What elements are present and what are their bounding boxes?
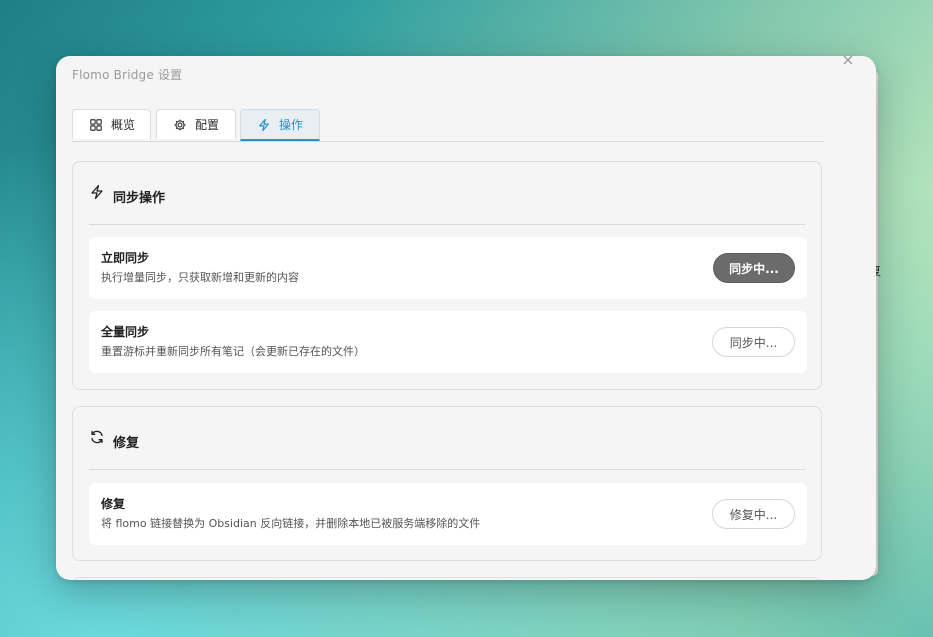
repair-row: 修复 将 flomo 链接替换为 Obsidian 反向链接，并删除本地已被服务… bbox=[89, 483, 807, 545]
sync-now-title: 立即同步 bbox=[101, 251, 150, 265]
lightning-icon bbox=[91, 184, 103, 200]
sync-now-desc: 执行增量同步，只获取新增和更新的内容 bbox=[101, 271, 299, 284]
full-sync-row: 全量同步 重置游标并重新同步所有笔记（会更新已存在的文件） 同步中... bbox=[89, 311, 807, 373]
sync-now-button[interactable]: 同步中... bbox=[713, 253, 795, 283]
repair-section: 修复 修复 将 flomo 链接替换为 Obsidian 反向链接，并删除本地已… bbox=[72, 406, 822, 561]
dashboard-icon bbox=[90, 118, 102, 131]
tab-actions[interactable]: 操作 bbox=[240, 109, 320, 141]
sync-now-row: 立即同步 执行增量同步，只获取新增和更新的内容 同步中... bbox=[89, 237, 807, 299]
tab-actions-label: 操作 bbox=[279, 118, 304, 132]
repair-section-title: 修复 bbox=[113, 436, 140, 451]
close-icon[interactable]: × bbox=[840, 56, 856, 68]
repair-section-header: 修复 bbox=[89, 429, 139, 451]
next-section-edge bbox=[72, 577, 822, 580]
full-sync-button[interactable]: 同步中... bbox=[712, 327, 795, 357]
repair-desc: 将 flomo 链接替换为 Obsidian 反向链接，并删除本地已被服务端移除… bbox=[101, 517, 481, 530]
full-sync-desc: 重置游标并重新同步所有笔记（会更新已存在的文件） bbox=[101, 345, 365, 358]
settings-modal: Flomo Bridge 设置 × 概览 配置 操作 同步操作 立即同步 执行增… bbox=[56, 56, 876, 580]
tab-overview-label: 概览 bbox=[111, 118, 136, 132]
lightning-icon bbox=[259, 118, 269, 131]
modal-title: Flomo Bridge 设置 bbox=[72, 68, 183, 82]
tab-config-label: 配置 bbox=[195, 118, 220, 132]
tab-config[interactable]: 配置 bbox=[156, 109, 236, 139]
full-sync-title: 全量同步 bbox=[101, 325, 150, 339]
refresh-icon bbox=[91, 430, 103, 444]
section-divider bbox=[89, 469, 805, 470]
tab-bar: 概览 配置 操作 bbox=[72, 109, 824, 142]
tab-overview[interactable]: 概览 bbox=[72, 109, 151, 139]
sync-section-title: 同步操作 bbox=[113, 191, 166, 206]
gear-icon bbox=[174, 119, 186, 130]
sync-section: 同步操作 立即同步 执行增量同步，只获取新增和更新的内容 同步中... 全量同步… bbox=[72, 161, 822, 390]
section-divider bbox=[89, 224, 805, 225]
sync-section-header: 同步操作 bbox=[89, 184, 165, 206]
repair-button[interactable]: 修复中... bbox=[712, 499, 795, 529]
repair-title: 修复 bbox=[101, 497, 126, 511]
